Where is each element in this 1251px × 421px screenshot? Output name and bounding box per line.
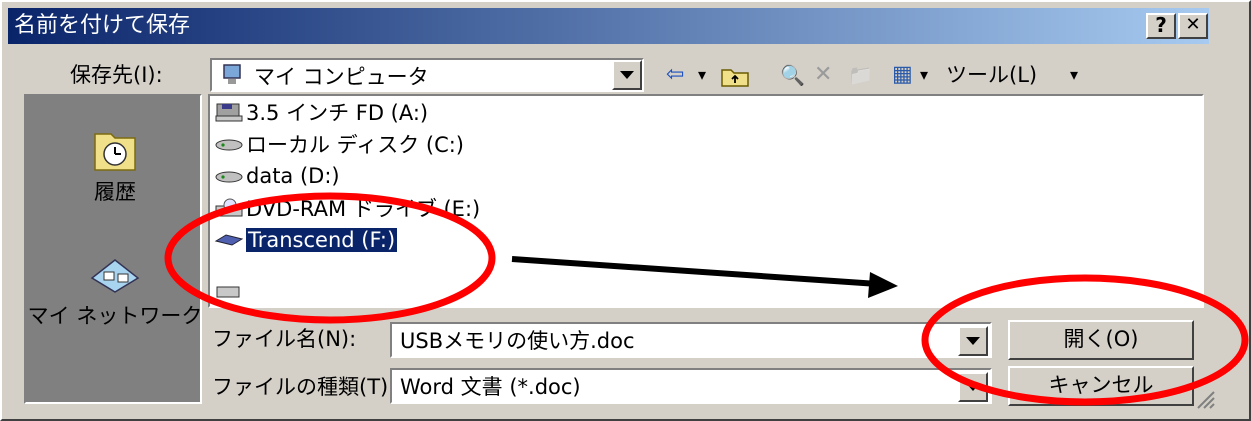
size-grip-icon[interactable] [1192,386,1216,414]
filename-combobox[interactable]: USBメモリの使い方.doc [390,322,992,358]
tools-menu-caret[interactable]: ▾ [1070,62,1078,88]
filetype-dropdown-button[interactable] [958,372,988,402]
list-item-label: Transcend (F:) [246,228,398,252]
list-item[interactable]: ローカル ディスク (C:) [214,128,464,160]
file-list[interactable]: 3.5 インチ FD (A:) ローカル ディスク (C:) data (D:)… [208,94,1204,308]
hard-disk-icon [214,133,244,155]
save-in-combobox[interactable]: マイ コンピュータ [210,58,644,92]
save-in-label: 保存先(I): [70,63,163,87]
list-item-label: 3.5 インチ FD (A:) [246,101,429,125]
back-icon[interactable]: ⇦ [666,62,684,88]
hard-disk-icon [214,165,244,187]
back-menu-caret[interactable]: ▾ [698,62,706,88]
drive-icon [214,279,244,301]
list-item[interactable]: DVD-RAM ドライブ (E:) [214,192,480,224]
filetype-combobox[interactable]: Word 文書 (*.doc) [390,368,992,404]
close-button[interactable]: ✕ [1178,13,1208,39]
filename-dropdown-button[interactable] [958,326,988,356]
network-icon [90,258,140,296]
list-item-label: data (D:) [246,164,340,188]
removable-drive-icon [214,229,244,251]
places-my-network[interactable]: マイ ネットワーク [26,258,204,330]
save-in-value: マイ コンピュータ [254,65,429,89]
cancel-button[interactable]: キャンセル [1008,366,1194,406]
list-item-label: DVD-RAM ドライブ (E:) [246,197,481,221]
save-as-dialog: 名前を付けて保存 ? ✕ 保存先(I): マイ コンピュータ ⇦ ▾ 🔍 ✕ 📁… [0,0,1251,421]
floppy-drive-icon [214,101,244,123]
window-title: 名前を付けて保存 [14,13,191,38]
help-button[interactable]: ? [1146,13,1176,39]
history-icon [93,126,137,174]
my-computer-icon [222,64,242,86]
search-web-icon[interactable]: 🔍 [780,62,805,88]
list-item[interactable]: data (D:) [214,160,340,192]
dvd-drive-icon [214,197,244,219]
filename-input[interactable]: USBメモリの使い方.doc [400,328,635,354]
new-folder-icon[interactable]: 📁 [848,62,873,88]
list-item-partial[interactable] [214,274,246,306]
places-history[interactable]: 履歴 [26,126,204,206]
filename-label: ファイル名(N): [212,327,357,351]
list-item-selected[interactable]: Transcend (F:) [214,224,398,256]
places-bar: 履歴 マイ ネットワーク [24,94,202,404]
up-folder-icon[interactable] [720,64,750,92]
filetype-value: Word 文書 (*.doc) [400,375,581,399]
tools-menu[interactable]: ツール(L) [946,62,1037,88]
list-item[interactable]: 3.5 インチ FD (A:) [214,96,428,128]
title-bar: 名前を付けて保存 ? ✕ [8,8,1209,44]
open-button[interactable]: 開く(O) [1008,320,1194,360]
save-in-dropdown-button[interactable] [612,60,642,90]
places-my-network-label: マイ ネットワーク [27,304,203,328]
places-history-label: 履歴 [94,180,136,204]
filetype-label: ファイルの種類(T): [212,375,396,399]
list-item-label: ローカル ディスク (C:) [246,133,465,157]
views-menu-caret[interactable]: ▾ [920,62,928,88]
views-icon[interactable]: ▦ [892,62,913,88]
delete-icon[interactable]: ✕ [814,62,832,88]
